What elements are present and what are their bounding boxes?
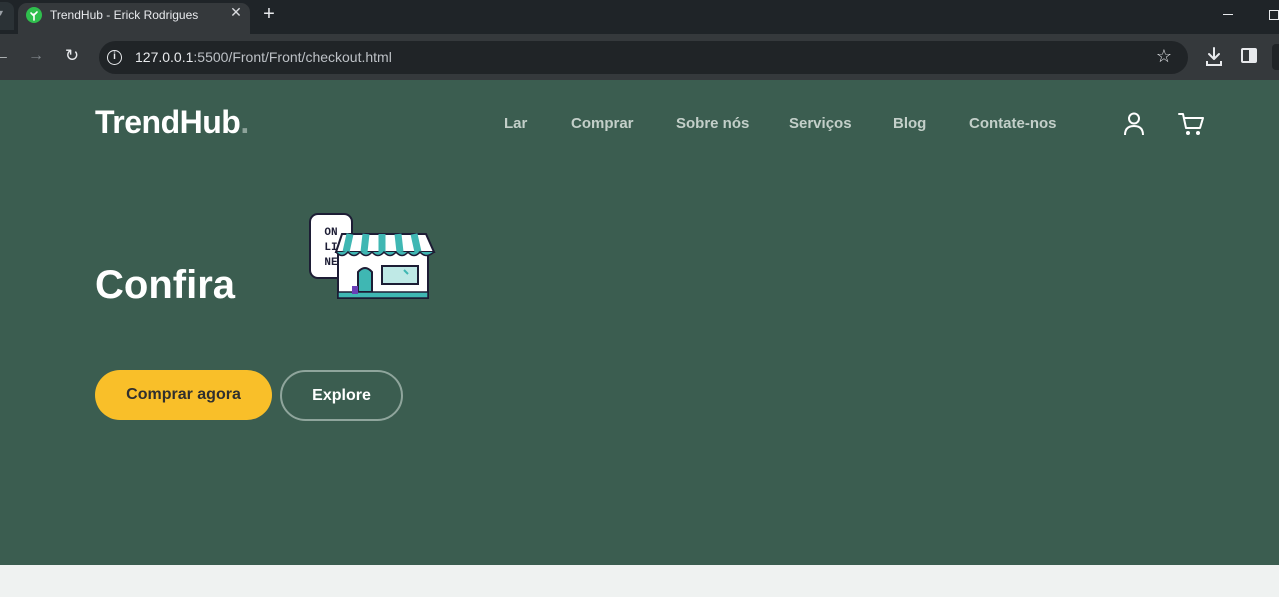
back-icon[interactable]: ← — [0, 46, 12, 66]
url-text[interactable]: 127.0.0.1:5500/Front/Front/checkout.html — [135, 49, 392, 65]
url-host: 127.0.0.1 — [135, 49, 194, 65]
new-tab-button[interactable]: + — [258, 3, 280, 25]
download-icon[interactable] — [1204, 46, 1224, 68]
user-icon[interactable] — [1122, 111, 1146, 137]
buy-now-button[interactable]: Comprar agora — [95, 370, 272, 420]
side-panel-icon[interactable] — [1241, 48, 1257, 63]
maximize-window-icon[interactable] — [1269, 10, 1279, 20]
illustration-text-on: ON — [324, 227, 337, 239]
explore-button[interactable]: Explore — [280, 370, 403, 421]
active-tab[interactable]: TrendHub - Erick Rodrigues ✕ — [18, 3, 250, 34]
extension-edge — [1272, 44, 1279, 70]
tab-close-icon[interactable]: ✕ — [228, 4, 244, 21]
browser-tab-strip: ▾ TrendHub - Erick Rodrigues ✕ + — [0, 0, 1279, 34]
address-bar[interactable]: i 127.0.0.1:5500/Front/Front/checkout.ht… — [99, 41, 1188, 74]
minimize-window-icon[interactable] — [1222, 6, 1234, 18]
nav-item-servicos[interactable]: Serviços — [789, 115, 852, 132]
forward-icon[interactable]: → — [26, 46, 46, 66]
hero-section: TrendHub. Lar Comprar Sobre nós Serviços… — [0, 80, 1279, 565]
page-bottom-section — [0, 565, 1279, 597]
logo-dot: . — [240, 104, 249, 140]
tab-overflow-icon: ▾ — [0, 8, 4, 19]
previous-tab[interactable]: ▾ — [0, 2, 14, 30]
browser-toolbar: ← → ↻ i 127.0.0.1:5500/Front/Front/check… — [0, 34, 1279, 80]
cart-icon[interactable] — [1177, 111, 1205, 137]
url-path: :5500/Front/Front/checkout.html — [193, 49, 392, 65]
hero-title: Confira — [95, 263, 235, 307]
nav-item-sobre-nos[interactable]: Sobre nós — [676, 115, 749, 132]
reload-icon[interactable]: ↻ — [62, 46, 82, 66]
online-store-illustration: ON LI NE — [309, 213, 436, 299]
logo-text: TrendHub — [95, 104, 241, 140]
star-icon[interactable]: ☆ — [1153, 46, 1175, 67]
leaf-icon — [30, 11, 38, 21]
favicon-icon — [26, 7, 42, 23]
nav-item-lar[interactable]: Lar — [504, 115, 527, 132]
tab-title: TrendHub - Erick Rodrigues — [50, 8, 199, 22]
info-icon[interactable]: i — [107, 50, 122, 65]
illustration-text-ne: NE — [324, 257, 338, 269]
site-logo[interactable]: TrendHub. — [95, 104, 249, 141]
nav-item-contate-nos[interactable]: Contate-nos — [969, 115, 1057, 132]
nav-item-blog[interactable]: Blog — [893, 115, 926, 132]
nav-item-comprar[interactable]: Comprar — [571, 115, 634, 132]
